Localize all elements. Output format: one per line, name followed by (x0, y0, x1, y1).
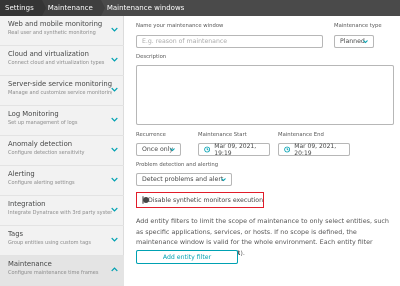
sidebar-item-subtitle: Real user and synthetic monitoring (8, 30, 96, 36)
start-value: Mar 09, 2021, 19:19 (214, 142, 257, 157)
type-label: Maintenance type (334, 23, 382, 29)
sidebar-item-title: Cloud and virtualization (8, 50, 89, 58)
sidebar-item-web-mobile[interactable]: Web and mobile monitoring Real user and … (0, 16, 124, 46)
start-date-picker[interactable]: Mar 09, 2021, 19:19 (198, 142, 270, 157)
filter-text-end: ). (240, 248, 245, 257)
sidebar-item-anomaly-detection[interactable]: Anomaly detection Configure detection se… (0, 136, 124, 166)
sidebar-item-subtitle: Set up management of logs (8, 120, 78, 126)
chevron-down-icon (111, 177, 118, 182)
sidebar-item-maintenance[interactable]: Maintenance Configure maintenance time f… (0, 256, 124, 286)
chevron-down-icon (111, 147, 118, 152)
description-label: Description (136, 54, 167, 60)
end-value: Mar 09, 2021, 20:19 (294, 142, 337, 157)
chevron-down-icon (111, 207, 118, 212)
sidebar-item-integration[interactable]: Integration Integrate Dynatrace with 3rd… (0, 196, 124, 226)
sidebar-item-tags[interactable]: Tags Group entities using custom tags (0, 226, 124, 256)
clock-icon (204, 146, 211, 153)
sidebar-item-subtitle: Integrate Dynatrace with 3rd party syste… (8, 210, 112, 216)
chevron-down-icon (170, 147, 175, 151)
end-date-picker[interactable]: Mar 09, 2021, 20:19 (278, 142, 350, 157)
chevron-down-icon (221, 177, 226, 181)
type-value: Planned (340, 38, 365, 45)
sidebar-item-title: Tags (8, 230, 24, 238)
chevron-down-icon (111, 117, 118, 122)
sidebar-item-title: Alerting (8, 170, 35, 178)
sidebar-item-cloud[interactable]: Cloud and virtualization Connect cloud a… (0, 46, 124, 76)
clock-icon (284, 146, 291, 153)
end-label: Maintenance End (278, 132, 324, 138)
sidebar-item-subtitle: Configure detection sensitivity (8, 150, 85, 156)
add-entity-filter-button[interactable]: Add entity filter (136, 250, 238, 264)
chevron-down-icon (111, 237, 118, 242)
sidebar-item-title: Maintenance (8, 260, 52, 268)
sidebar-item-subtitle: Configure alerting settings (8, 180, 75, 186)
sidebar-item-alerting[interactable]: Alerting Configure alerting settings (0, 166, 124, 196)
sidebar: Web and mobile monitoring Real user and … (0, 16, 124, 286)
breadcrumb-maintenance-windows: Maintenance windows (100, 0, 193, 16)
name-input[interactable]: E.g. reason of maintenance (136, 35, 323, 48)
breadcrumb-label: Maintenance windows (106, 4, 185, 12)
problem-detection-label: Problem detection and alerting (136, 162, 219, 168)
sidebar-item-subtitle: Group entities using custom tags (8, 240, 91, 246)
recurrence-select[interactable]: Once only (136, 143, 181, 156)
sidebar-item-subtitle: Configure maintenance time frames (8, 270, 99, 276)
type-select[interactable]: Planned (334, 35, 374, 48)
breadcrumb-separator (41, 0, 46, 16)
description-textarea[interactable] (136, 65, 394, 125)
chevron-down-icon (111, 57, 118, 62)
problem-detection-value: Detect problems and alert (142, 176, 224, 183)
breadcrumb-settings[interactable]: Settings (0, 0, 46, 16)
recurrence-value: Once only (142, 146, 174, 153)
sidebar-item-title: Log Monitoring (8, 110, 59, 118)
maintenance-form: Name your maintenance window E.g. reason… (136, 16, 400, 272)
sidebar-item-subtitle: Manage and customize service monitoring (8, 90, 112, 96)
recurrence-label: Recurrence (136, 132, 166, 138)
breadcrumb: Settings Maintenance Maintenance windows (0, 0, 400, 16)
sidebar-item-subtitle: Connect cloud and virtualization types (8, 60, 105, 66)
breadcrumb-label: Maintenance (47, 4, 93, 12)
breadcrumb-separator (100, 0, 105, 16)
chevron-down-icon (363, 39, 368, 43)
name-label: Name your maintenance window (136, 23, 224, 29)
sidebar-item-log-monitoring[interactable]: Log Monitoring Set up management of logs (0, 106, 124, 136)
sidebar-item-title: Web and mobile monitoring (8, 20, 103, 28)
breadcrumb-label: Settings (5, 4, 34, 12)
disable-synthetic-toggle[interactable] (142, 196, 149, 204)
disable-synthetic-label: Disable synthetic monitors execution (148, 196, 263, 204)
sidebar-item-title: Server-side service monitoring (8, 80, 113, 88)
sidebar-item-title: Anomaly detection (8, 140, 73, 148)
sidebar-item-server-side[interactable]: Server-side service monitoring Manage an… (0, 76, 124, 106)
sidebar-item-title: Integration (8, 200, 46, 208)
chevron-down-icon (111, 27, 118, 32)
start-label: Maintenance Start (198, 132, 247, 138)
toggle-knob (143, 197, 149, 203)
disable-synthetic-toggle-row: Disable synthetic monitors execution (136, 192, 264, 208)
chevron-down-icon (111, 87, 118, 92)
problem-detection-select[interactable]: Detect problems and alert (136, 173, 232, 186)
breadcrumb-maintenance[interactable]: Maintenance (41, 0, 105, 16)
